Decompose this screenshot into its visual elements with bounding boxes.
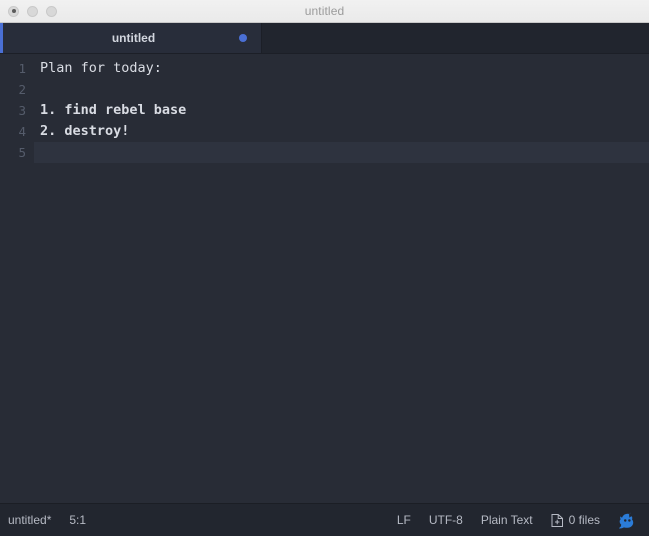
editor-line: 2 [0, 79, 649, 100]
line-content[interactable] [34, 79, 649, 100]
close-dot-icon [11, 9, 16, 13]
window-titlebar: untitled [0, 0, 649, 23]
line-content[interactable]: 2. destroy! [34, 121, 649, 142]
editor-line: 3 1. find rebel base [0, 100, 649, 121]
new-file-icon [551, 513, 564, 528]
close-button[interactable] [8, 5, 19, 17]
line-number: 1 [18, 61, 26, 76]
zoom-button[interactable] [46, 5, 57, 17]
status-bar: untitled* 5:1 LF UTF-8 Plain Text 0 file… [0, 503, 649, 536]
line-number: 5 [18, 145, 26, 160]
status-filename[interactable]: untitled* [8, 513, 51, 527]
github-status-button[interactable] [618, 511, 639, 530]
line-content[interactable]: 1. find rebel base [34, 100, 649, 121]
tab-bar-empty-area [262, 23, 649, 53]
status-bar-right: LF UTF-8 Plain Text 0 files [397, 511, 649, 530]
editor-line: 1 Plan for today: [0, 58, 649, 79]
line-number: 4 [18, 124, 26, 139]
traffic-light-group [8, 0, 57, 22]
line-content[interactable]: Plan for today: [34, 58, 649, 79]
tab-bar: untitled [0, 23, 649, 54]
line-number: 2 [18, 82, 26, 97]
status-files-count-group[interactable]: 0 files [551, 513, 600, 528]
editor-line: 4 2. destroy! [0, 121, 649, 142]
status-bar-left: untitled* 5:1 [8, 513, 86, 527]
tab-untitled[interactable]: untitled [0, 23, 262, 53]
tab-label: untitled [111, 31, 156, 45]
status-grammar[interactable]: Plain Text [481, 513, 533, 527]
minimize-button[interactable] [27, 5, 38, 17]
editor-line-active: 5 [0, 142, 649, 163]
editor-window: untitled untitled 1 Plan for today: 2 3 … [0, 0, 649, 536]
status-cursor-position[interactable]: 5:1 [69, 513, 86, 527]
status-encoding[interactable]: UTF-8 [429, 513, 463, 527]
window-title: untitled [304, 4, 345, 18]
status-line-ending[interactable]: LF [397, 513, 411, 527]
line-number: 3 [18, 103, 26, 118]
tab-modified-indicator-icon[interactable] [239, 34, 247, 42]
line-content[interactable] [34, 142, 649, 163]
text-editor[interactable]: 1 Plan for today: 2 3 1. find rebel base… [0, 54, 649, 503]
status-files-count-label: 0 files [568, 513, 600, 527]
octoface-icon [619, 512, 634, 528]
